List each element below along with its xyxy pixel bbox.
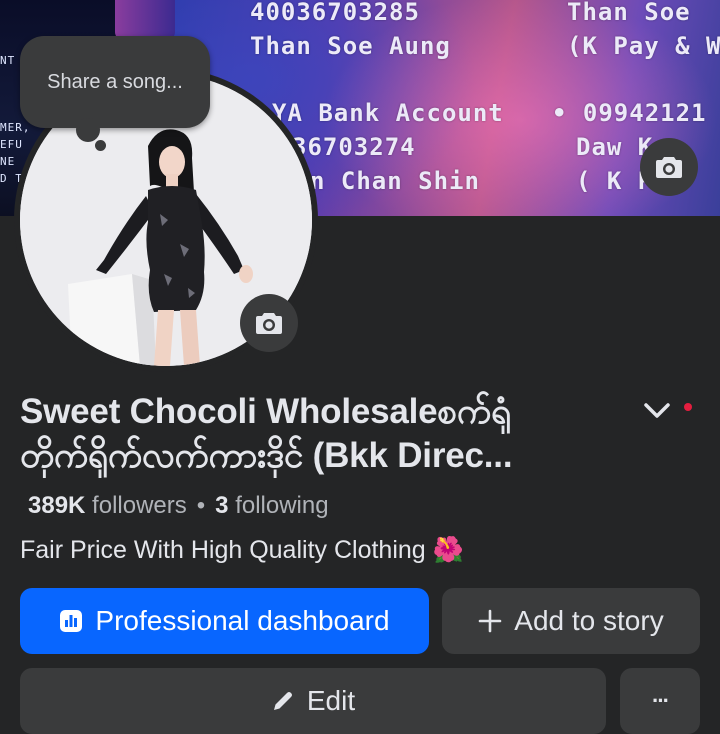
plus-icon [478,609,502,633]
cover-text-line: 36703274 [292,133,416,161]
following-label: following [235,492,329,519]
add-to-story-label: Add to story [514,605,664,636]
cover-text-line: YA Bank Account [272,99,504,127]
followers-label: followers [92,492,187,519]
professional-dashboard-button[interactable]: Professional dashboard [20,588,429,654]
professional-dashboard-label: Professional dashboard [95,605,390,636]
more-options-button[interactable]: ··· [620,668,700,734]
cover-text-line: • 09942121 [552,99,707,127]
cover-camera-button[interactable] [640,138,698,196]
avatar-camera-button[interactable] [240,294,298,352]
page-title-line: Sweet Chocoli Wholesaleစက်ရုံ [20,392,511,431]
bubble-tail-dot [76,118,100,142]
edit-label: Edit [306,685,356,716]
chevron-down-icon[interactable] [640,396,674,424]
stats-separator: • [196,492,206,519]
add-to-story-button[interactable]: Add to story [442,588,700,654]
following-link[interactable]: 3 following [215,492,328,519]
more-icon: ··· [652,688,670,713]
cover-text-line: 40036703285 [250,0,420,26]
cover-text-line: n Chan Shin [310,167,480,195]
camera-icon [656,157,682,178]
cover-text-line: (K Pay & W [567,32,720,60]
pencil-icon [271,689,295,713]
page-title: Sweet Chocoli Wholesaleစက်ရုံ တိုက်ရိုက်… [20,390,615,478]
cover-figure [115,0,175,40]
share-song-bubble[interactable]: Share a song... [20,36,210,128]
camera-icon [256,313,282,334]
follow-stats: 389K followers • 3 following [28,492,329,520]
edit-button[interactable]: Edit [20,668,606,734]
cover-text-line: Than Soe Aung [250,32,451,60]
page-bio: Fair Price With High Quality Clothing 🌺 [20,536,464,564]
followers-count: 389K [28,492,86,519]
cover-text-line: Than Soe [567,0,691,26]
dashboard-icon [59,609,83,633]
followers-link[interactable]: 389K followers [28,492,187,519]
share-song-label: Share a song... [47,70,183,93]
bubble-tail-dot [95,140,106,151]
notification-dot [684,403,692,411]
following-count: 3 [215,492,229,519]
page-title-line: တိုက်ရိုက်လက်ကားဒိုင် (Bkk Direc... [20,436,513,475]
